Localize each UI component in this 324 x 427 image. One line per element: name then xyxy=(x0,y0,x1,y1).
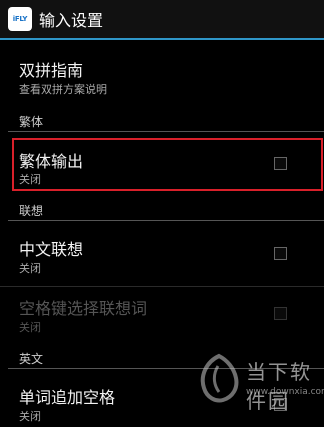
watermark-url: www.downxia.com xyxy=(246,387,324,397)
space-select-association-title: 空格键选择联想词 xyxy=(19,299,148,318)
chinese-association-item[interactable]: 中文联想 关闭 xyxy=(0,236,324,284)
section-header-english: 英文 xyxy=(19,352,44,366)
watermark-logo-icon xyxy=(200,353,239,403)
chinese-association-title: 中文联想 xyxy=(19,240,84,259)
section-divider xyxy=(8,220,324,221)
space-select-association-item: 空格键选择联想词 关闭 xyxy=(0,295,324,343)
app-logo-icon: iFLY xyxy=(8,7,32,31)
watermark: 当下软件园 www.downxia.com xyxy=(196,350,324,413)
chinese-association-status: 关闭 xyxy=(19,262,41,275)
space-select-association-status: 关闭 xyxy=(19,321,41,334)
word-append-space-status: 关闭 xyxy=(19,410,41,423)
title-divider xyxy=(0,38,324,40)
space-select-association-checkbox xyxy=(274,307,287,320)
title-bar: iFLY 输入设置 xyxy=(0,0,324,38)
shuangpin-guide-title: 双拼指南 xyxy=(19,61,84,80)
section-header-traditional: 繁体 xyxy=(19,115,44,129)
section-header-association: 联想 xyxy=(19,204,44,218)
highlight-box xyxy=(12,138,323,191)
watermark-name: 当下软件园 xyxy=(246,360,312,413)
section-divider xyxy=(8,131,324,132)
page-title: 输入设置 xyxy=(39,11,104,30)
shuangpin-guide-item[interactable]: 双拼指南 查看双拼方案说明 xyxy=(0,57,324,107)
chinese-association-checkbox[interactable] xyxy=(274,247,287,260)
item-divider xyxy=(0,286,324,287)
shuangpin-guide-subtitle: 查看双拼方案说明 xyxy=(19,83,107,96)
word-append-space-title: 单词追加空格 xyxy=(19,388,116,407)
